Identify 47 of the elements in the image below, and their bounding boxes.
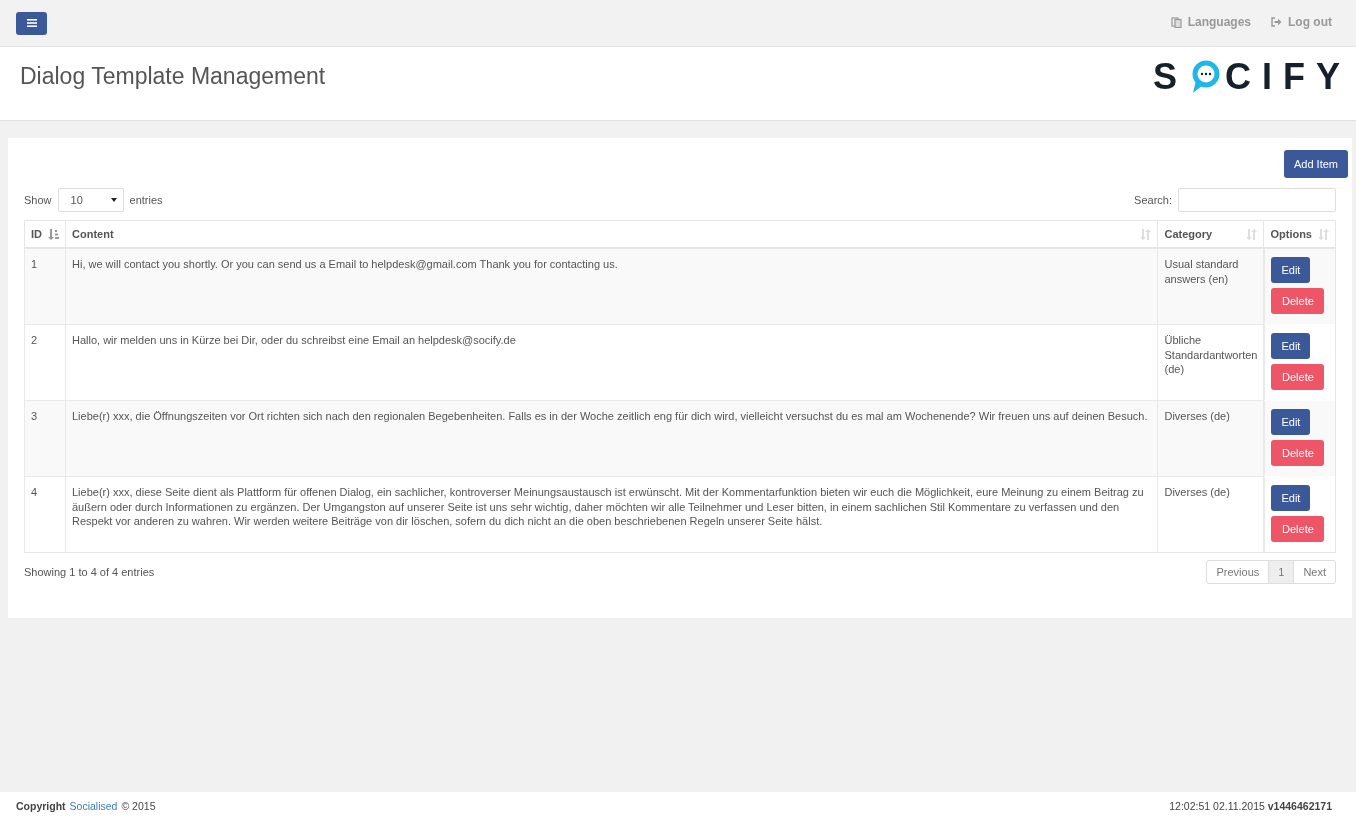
table-cell: Liebe(r) xxx, diese Seite dient als Plattform für offenen Dialog, ein sachlicher, kontroverser Meinungsaustausch ist erwünscht. Mit der Kommentarfunktion bieten wir euch die Möglichkeit, eure Meinung zu einem Beitrag zu äußern oder durch Informationen zu ergänzen. Der Umgangston auf unserer Seite ist uns sehr wichtig, daher möchten wir alle Teilnehmer und Leser bitten, in einem sachlichen Stil Kommentare zu verfassen und den Respekt vor anderen zu wahren. Wir werden weitere Beiträge von dir löschen, sofern du dich nicht an die oben beschriebenen Regeln unserer Seite hälst. — [65, 476, 1158, 553]
delete-button[interactable]: Delete — [1271, 439, 1325, 466]
version-text: 12:02:51 02.11.2015 v1446462171 — [1169, 800, 1332, 812]
table-cell: Usual standard answers (en) — [1158, 248, 1264, 325]
edit-button[interactable]: Edit — [1271, 332, 1311, 359]
table-cell: Diverses (de) — [1158, 400, 1264, 477]
table-cell: Hi, we will contact you shortly. Or you can send us a Email to helpdesk@gmail.com Thank you for contacting us. — [65, 248, 1158, 325]
table-cell: 3 — [24, 400, 66, 477]
entries-label: entries — [129, 194, 163, 206]
delete-button[interactable]: Delete — [1271, 288, 1325, 314]
table-cell: Übliche Standardantworten (de) — [1158, 324, 1264, 401]
sort-ascending-icon — [48, 228, 59, 240]
logo-text: S — [1152, 59, 1187, 95]
menu-button[interactable] — [16, 11, 47, 35]
page-title: Dialog Template Management — [20, 63, 326, 90]
search-label: Search: — [1134, 194, 1172, 206]
edit-button[interactable]: Edit — [1271, 484, 1311, 511]
delete-button[interactable]: Delete — [1271, 515, 1325, 542]
show-label: Show — [24, 194, 52, 206]
edit-button[interactable]: Edit — [1271, 257, 1311, 283]
sort-icon — [1318, 228, 1329, 240]
pagination-button[interactable]: 1 — [1268, 560, 1295, 584]
table-cell: Liebe(r) xxx, die Öffnungszeiten vor Ort richten sich nach den regionalen Begebenheiten. Falls es in der Woche zeitlich eng für dich wird, vielleicht versuchst du es mal am Wochenende? Wir freuen uns auf deinen Besuch. — [65, 400, 1158, 477]
socialised-link[interactable]: Socialised — [69, 800, 118, 812]
logo-text: CIFY — [1225, 59, 1351, 95]
table-cell: 2 — [24, 324, 66, 401]
copyright-text: Copyright — [16, 800, 66, 812]
edit-button[interactable]: Edit — [1271, 408, 1311, 435]
speech-bubble-icon — [1191, 60, 1221, 94]
table-cell: Hallo, wir melden uns in Kürze bei Dir, oder du schreibst eine Email an helpdesk@socify.de — [65, 324, 1158, 401]
entries-select[interactable]: 10 — [57, 188, 124, 212]
logout-icon — [1271, 17, 1282, 27]
table-cell: Diverses (de) — [1158, 476, 1264, 553]
copyright-year: © 2015 — [121, 800, 156, 812]
table-info: Showing 1 to 4 of 4 entries — [24, 566, 155, 578]
pagination-button[interactable]: Next — [1293, 560, 1336, 584]
search-field[interactable] — [1178, 188, 1336, 212]
table-cell: 1 — [24, 248, 66, 325]
table-cell: 4 — [24, 476, 66, 553]
sort-icon — [1246, 228, 1258, 240]
add-item-button[interactable]: Add Item — [1283, 150, 1348, 178]
menu-icon — [26, 19, 37, 27]
delete-button[interactable]: Delete — [1271, 363, 1325, 390]
pagination-button[interactable]: Previous — [1206, 560, 1270, 584]
caret-icon — [110, 198, 117, 202]
book-icon — [1170, 16, 1182, 28]
sort-icon — [1140, 228, 1152, 240]
